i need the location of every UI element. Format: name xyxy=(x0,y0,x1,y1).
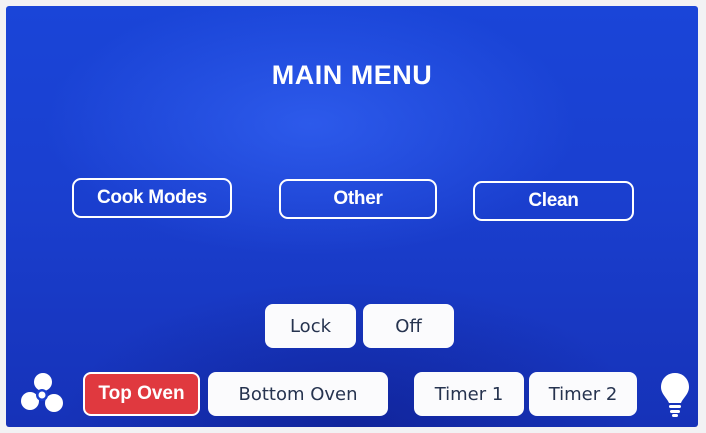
fan-icon[interactable] xyxy=(16,371,68,417)
clean-button[interactable]: Clean xyxy=(473,181,634,221)
bottom-oven-tab[interactable]: Bottom Oven xyxy=(208,372,388,416)
cook-modes-button[interactable]: Cook Modes xyxy=(72,178,232,218)
other-button[interactable]: Other xyxy=(279,179,437,219)
control-panel-screen: MAIN MENU Cook Modes Other Clean Lock Of… xyxy=(6,6,698,427)
timer-1-button[interactable]: Timer 1 xyxy=(414,372,524,416)
page-title: MAIN MENU xyxy=(271,60,433,90)
lightbulb-icon[interactable] xyxy=(659,370,691,418)
off-button[interactable]: Off xyxy=(363,304,454,348)
lock-button[interactable]: Lock xyxy=(265,304,356,348)
device-bezel: MAIN MENU Cook Modes Other Clean Lock Of… xyxy=(0,0,706,433)
timer-2-button[interactable]: Timer 2 xyxy=(529,372,637,416)
top-oven-tab[interactable]: Top Oven xyxy=(83,372,200,416)
